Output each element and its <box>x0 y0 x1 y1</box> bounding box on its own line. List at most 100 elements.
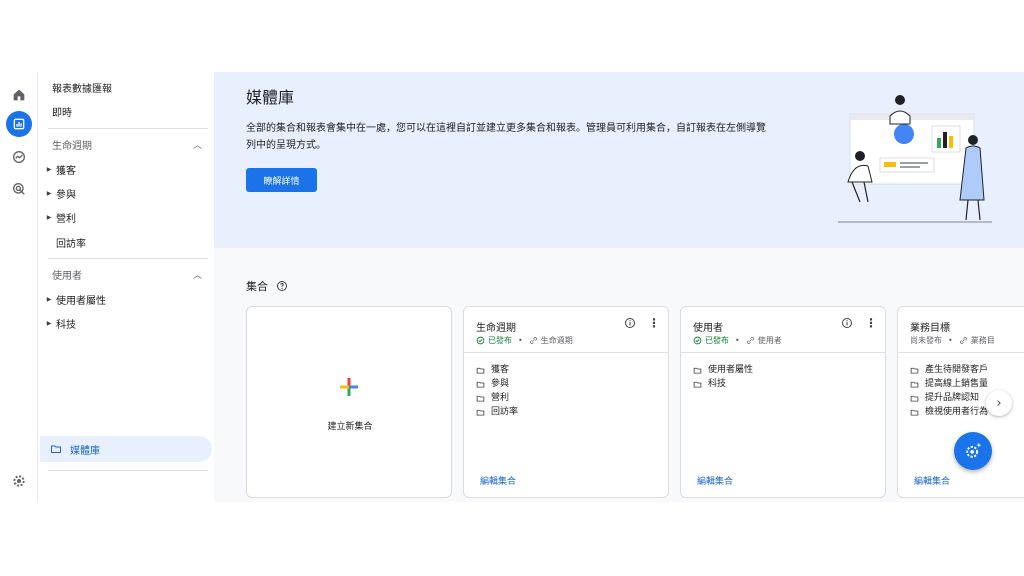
link-text: 生命週期 <box>540 336 573 345</box>
edit-collection-link[interactable]: 編輯集合 <box>697 474 733 487</box>
nav-item-label: 參與 <box>56 189 76 201</box>
nav-item-tech[interactable]: ▶ 科技 <box>42 312 212 334</box>
reports-icon[interactable] <box>6 111 32 137</box>
card-actions: ⋮ <box>624 317 660 329</box>
linked-topic: 生命週期 <box>529 335 573 346</box>
caret-right-icon: ▶ <box>46 213 52 221</box>
more-vert-icon[interactable]: ⋮ <box>865 317 877 329</box>
page-title: 媒體庫 <box>246 88 295 107</box>
item-label: 檢視使用者行為 <box>925 407 989 417</box>
nav-section-title: 生命週期 <box>52 140 92 152</box>
nav-section-user[interactable]: 使用者 ︿ <box>52 264 202 284</box>
card-meta: 尚未發布 • 業務目 <box>910 335 995 346</box>
item-label: 產生待開發客戶 <box>925 365 989 375</box>
help-icon[interactable] <box>276 280 288 292</box>
chevron-right-icon[interactable]: › <box>986 390 1012 416</box>
published-status: 已發布 <box>693 335 729 346</box>
section-title: 集合 <box>246 280 268 293</box>
edit-collection-link[interactable]: 編輯集合 <box>480 474 516 487</box>
nav-item-user-attributes[interactable]: ▶ 使用者屬性 <box>42 288 212 310</box>
list-item: 參與 <box>476 377 518 391</box>
link-icon <box>529 337 537 344</box>
folder-icon <box>476 381 485 388</box>
folder-icon <box>476 409 485 416</box>
library-banner: 媒體庫 全部的集合和報表會集中在一處，您可以在這裡自訂並建立更多集合和報表。管理… <box>214 72 1024 248</box>
list-item: 營利 <box>476 391 518 405</box>
collections-heading: 集合 <box>246 278 288 294</box>
chevron-up-icon: ︿ <box>192 270 202 281</box>
list-item: 科技 <box>693 377 753 391</box>
settings-icon[interactable] <box>6 468 32 494</box>
chevron-up-icon: ︿ <box>192 140 202 151</box>
banner-description: 全部的集合和報表會集中在一處，您可以在這裡自訂並建立更多集合和報表。管理員可利用… <box>246 123 766 151</box>
info-icon[interactable] <box>624 317 636 329</box>
card-title: 使用者 <box>693 323 723 334</box>
info-icon[interactable] <box>841 317 853 329</box>
folder-icon <box>476 395 485 402</box>
nav-item-realtime[interactable]: 即時 <box>52 100 222 122</box>
card-items: 獲客 參與 營利 回訪率 <box>476 363 518 419</box>
unpublished-status: 尚未發布 <box>910 336 942 345</box>
explore-icon[interactable] <box>6 144 32 170</box>
folder-icon <box>476 367 485 374</box>
card-header: 使用者 已發布 • 使用者 ⋮ <box>681 307 885 353</box>
list-item: 獲客 <box>476 363 518 377</box>
plus-icon <box>340 378 358 396</box>
nav-item-label: 獲客 <box>56 165 76 177</box>
more-vert-icon[interactable]: ⋮ <box>648 317 660 329</box>
nav-item-reports-snapshot[interactable]: 報表數據匯報 <box>52 76 222 98</box>
link-icon <box>959 337 967 344</box>
customize-fab-icon <box>966 442 982 458</box>
link-text: 使用者 <box>757 336 782 345</box>
list-item: 使用者屬性 <box>693 363 753 377</box>
collection-card-user[interactable]: 使用者 已發布 • 使用者 ⋮ 使用者屬性 科技 編輯集合 <box>680 306 886 498</box>
nav-section-lifecycle[interactable]: 生命週期 ︿ <box>52 134 202 154</box>
advertising-icon[interactable] <box>6 176 32 202</box>
list-item: 產生待開發客戶 <box>910 363 988 377</box>
card-actions: ⋮ <box>841 317 877 329</box>
folder-icon <box>910 395 919 402</box>
customize-fab-button[interactable] <box>954 432 992 470</box>
item-label: 回訪率 <box>491 407 519 417</box>
card-meta: 已發布 • 使用者 <box>693 335 782 346</box>
learn-more-button[interactable]: 瞭解詳情 <box>246 168 317 192</box>
nav-item-label: 使用者屬性 <box>56 295 106 307</box>
caret-right-icon: ▶ <box>46 319 52 327</box>
nav-item-library[interactable]: 媒體庫 <box>40 436 212 462</box>
status-text: 已發布 <box>488 336 512 345</box>
collection-card-lifecycle[interactable]: 生命週期 已發布 • 生命週期 ⋮ 獲客 參與 營利 回訪率 編輯集合 <box>463 306 669 498</box>
list-item: 回訪率 <box>476 405 518 419</box>
item-label: 營利 <box>491 393 510 403</box>
caret-right-icon: ▶ <box>46 189 52 197</box>
folder-icon <box>51 445 61 453</box>
nav-divider <box>48 258 208 259</box>
nav-section-title: 使用者 <box>52 270 82 282</box>
nav-item-engagement[interactable]: ▶ 參與 <box>42 182 212 204</box>
nav-item-monetization[interactable]: ▶ 營利 <box>42 206 212 228</box>
meta-separator: • <box>518 336 523 345</box>
link-text: 業務目 <box>970 336 995 345</box>
edit-collection-link[interactable]: 編輯集合 <box>914 474 950 487</box>
card-header: 業務目標 尚未發布 • 業務目 <box>898 307 1024 353</box>
list-item: 檢視使用者行為 <box>910 405 988 419</box>
card-title: 生命週期 <box>476 323 516 334</box>
card-meta: 已發布 • 生命週期 <box>476 335 573 346</box>
folder-icon <box>910 381 919 388</box>
create-collection-card[interactable]: 建立新集合 <box>246 306 452 498</box>
link-icon <box>746 337 754 344</box>
nav-item-acquisition[interactable]: ▶ 獲客 <box>42 158 212 180</box>
home-icon[interactable] <box>6 82 32 108</box>
nav-divider <box>48 470 208 471</box>
linked-topic: 使用者 <box>746 335 782 346</box>
item-label: 參與 <box>491 379 510 389</box>
icon-rail <box>0 72 38 502</box>
check-circle-icon <box>476 336 485 345</box>
card-items: 使用者屬性 科技 <box>693 363 753 391</box>
app-window: 報表數據匯報 即時 生命週期 ︿ ▶ 獲客 ▶ 參與 ▶ 營利 回訪率 使用者 ︿ ▶… <box>0 72 1024 502</box>
item-label: 科技 <box>708 379 727 389</box>
caret-right-icon: ▶ <box>46 165 52 173</box>
card-header: 生命週期 已發布 • 生命週期 ⋮ <box>464 307 668 353</box>
nav-item-label: 營利 <box>56 213 76 225</box>
linked-topic: 業務目 <box>959 335 995 346</box>
nav-item-retention[interactable]: 回訪率 <box>56 231 226 253</box>
